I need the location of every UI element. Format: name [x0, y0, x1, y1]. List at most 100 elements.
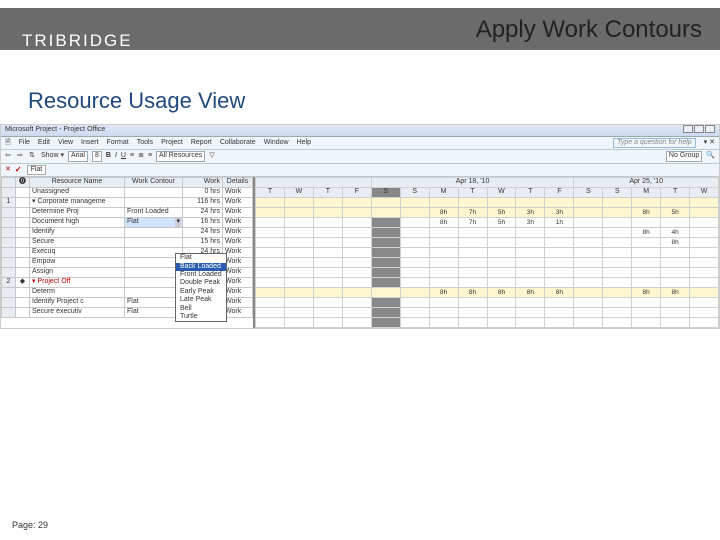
- hours-cell[interactable]: [603, 308, 632, 318]
- hours-cell[interactable]: [371, 318, 400, 328]
- italic-button[interactable]: I: [115, 152, 117, 160]
- hours-cell[interactable]: [545, 248, 574, 258]
- hours-cell[interactable]: [516, 198, 545, 208]
- hours-cell[interactable]: [690, 288, 719, 298]
- col-rownum[interactable]: [2, 178, 16, 188]
- hours-cell[interactable]: [603, 258, 632, 268]
- hours-cell[interactable]: 8h: [545, 288, 574, 298]
- hours-cell[interactable]: [313, 268, 342, 278]
- col-resource-name[interactable]: Resource Name: [30, 178, 125, 188]
- resource-name-cell[interactable]: ▾ Corporate manageme: [30, 198, 125, 208]
- work-contour-dropdown[interactable]: FlatBack LoadedFront LoadedDouble PeakEa…: [175, 253, 227, 322]
- hours-cell[interactable]: [400, 308, 429, 318]
- hours-cell[interactable]: [545, 318, 574, 328]
- hours-cell[interactable]: [313, 238, 342, 248]
- hours-cell[interactable]: [458, 268, 487, 278]
- align-right-icon[interactable]: ≡: [148, 152, 152, 160]
- resource-name-cell[interactable]: Unassigned: [30, 188, 125, 198]
- help-search-input[interactable]: Type a question for help: [613, 138, 696, 148]
- hours-cell[interactable]: 8h: [516, 288, 545, 298]
- hours-cell[interactable]: [487, 248, 516, 258]
- hours-cell[interactable]: [313, 228, 342, 238]
- row-cell[interactable]: [16, 288, 30, 298]
- hours-cell[interactable]: [284, 248, 313, 258]
- hours-cell[interactable]: [603, 298, 632, 308]
- hours-cell[interactable]: [284, 238, 313, 248]
- row-cell[interactable]: [16, 248, 30, 258]
- resource-name-cell[interactable]: Empow: [30, 258, 125, 268]
- hours-cell[interactable]: [256, 288, 285, 298]
- work-cell[interactable]: 24 hrs: [183, 208, 223, 218]
- hours-cell[interactable]: [690, 208, 719, 218]
- hours-cell[interactable]: [487, 228, 516, 238]
- hours-cell[interactable]: [690, 228, 719, 238]
- hours-cell[interactable]: [603, 248, 632, 258]
- day-header[interactable]: S: [371, 188, 400, 198]
- hours-cell[interactable]: [371, 228, 400, 238]
- hours-cell[interactable]: [342, 268, 371, 278]
- hours-cell[interactable]: [632, 198, 661, 208]
- hours-cell[interactable]: [690, 308, 719, 318]
- hours-cell[interactable]: [458, 238, 487, 248]
- details-cell[interactable]: Work: [223, 188, 253, 198]
- row-cell[interactable]: [2, 248, 16, 258]
- back-icon[interactable]: ⇦: [5, 152, 13, 161]
- hours-cell[interactable]: [313, 318, 342, 328]
- row-cell[interactable]: [2, 258, 16, 268]
- day-header[interactable]: F: [342, 188, 371, 198]
- table-row[interactable]: Determine ProjFront Loaded24 hrsWork: [2, 208, 253, 218]
- hours-cell[interactable]: [284, 308, 313, 318]
- hours-cell[interactable]: [400, 228, 429, 238]
- zoom-icon[interactable]: 🔍: [706, 152, 715, 160]
- work-cell[interactable]: 24 hrs: [183, 228, 223, 238]
- row-cell[interactable]: [2, 238, 16, 248]
- hours-cell[interactable]: [284, 218, 313, 228]
- hours-cell[interactable]: [661, 298, 690, 308]
- align-left-icon[interactable]: ≡: [130, 152, 134, 160]
- hours-cell[interactable]: [256, 208, 285, 218]
- hours-cell[interactable]: [516, 308, 545, 318]
- hours-cell[interactable]: [256, 258, 285, 268]
- font-size-select[interactable]: 8: [92, 151, 102, 161]
- hours-cell[interactable]: [313, 218, 342, 228]
- day-header[interactable]: S: [400, 188, 429, 198]
- day-header[interactable]: M: [632, 188, 661, 198]
- hours-cell[interactable]: 5h: [487, 218, 516, 228]
- resource-name-cell[interactable]: ▾ Project Off: [30, 278, 125, 288]
- hours-cell[interactable]: [690, 278, 719, 288]
- hours-cell[interactable]: [342, 198, 371, 208]
- hours-cell[interactable]: [256, 228, 285, 238]
- hours-cell[interactable]: 8h: [632, 208, 661, 218]
- day-header[interactable]: W: [487, 188, 516, 198]
- hours-cell[interactable]: [690, 218, 719, 228]
- hours-cell[interactable]: [516, 258, 545, 268]
- hours-cell[interactable]: 3h: [516, 218, 545, 228]
- hours-cell[interactable]: [256, 278, 285, 288]
- resource-name-cell[interactable]: Execuq: [30, 248, 125, 258]
- hours-cell[interactable]: [632, 308, 661, 318]
- resource-name-cell[interactable]: Determ: [30, 288, 125, 298]
- hours-cell[interactable]: [313, 198, 342, 208]
- hours-cell[interactable]: [661, 278, 690, 288]
- hours-cell[interactable]: [545, 198, 574, 208]
- row-cell[interactable]: [2, 208, 16, 218]
- row-cell[interactable]: ◆: [16, 278, 30, 288]
- hours-cell[interactable]: [516, 238, 545, 248]
- hours-cell[interactable]: 3h: [516, 208, 545, 218]
- hours-cell[interactable]: [690, 298, 719, 308]
- hours-cell[interactable]: [603, 318, 632, 328]
- hours-cell[interactable]: [284, 278, 313, 288]
- hours-cell[interactable]: 1h: [545, 218, 574, 228]
- hours-cell[interactable]: [603, 208, 632, 218]
- hours-cell[interactable]: [458, 248, 487, 258]
- hours-cell[interactable]: [284, 228, 313, 238]
- hours-cell[interactable]: [487, 308, 516, 318]
- hours-cell[interactable]: 8h: [429, 288, 458, 298]
- hours-cell[interactable]: [371, 218, 400, 228]
- accept-check-icon[interactable]: [15, 165, 23, 175]
- hours-cell[interactable]: 8h: [487, 288, 516, 298]
- hours-cell[interactable]: [256, 268, 285, 278]
- hours-cell[interactable]: [516, 298, 545, 308]
- hours-cell[interactable]: [284, 258, 313, 268]
- hours-cell[interactable]: [632, 298, 661, 308]
